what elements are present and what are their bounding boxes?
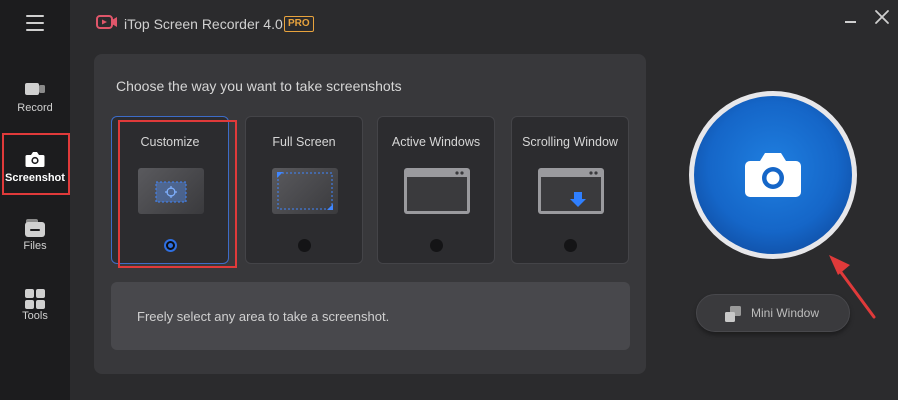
mini-window-button[interactable]: Mini Window — [696, 294, 850, 332]
sidebar-item-label: Files — [23, 240, 47, 252]
annotation-highlight-box — [2, 133, 70, 195]
sidebar-item-label: Record — [17, 102, 53, 114]
option-description: Freely select any area to take a screens… — [137, 309, 390, 324]
fullscreen-frame-icon — [277, 172, 333, 210]
description-box: Freely select any area to take a screens… — [111, 282, 630, 350]
option-active-windows[interactable]: Active Windows — [377, 116, 495, 264]
take-screenshot-button[interactable] — [694, 96, 852, 254]
sidebar: Record Screenshot Files Tools — [0, 0, 70, 400]
app-window: Record Screenshot Files Tools iTop Scree… — [0, 0, 898, 400]
panel-heading: Choose the way you want to take screensh… — [116, 78, 402, 94]
app-logo-icon — [96, 15, 117, 29]
close-button[interactable] — [870, 8, 894, 28]
minimize-button[interactable] — [838, 8, 862, 28]
option-label: Scrolling Window — [522, 135, 618, 149]
option-radio[interactable] — [298, 239, 311, 252]
window-icon — [407, 171, 467, 211]
camera-icon — [745, 153, 801, 197]
mini-window-label: Mini Window — [751, 306, 820, 320]
hamburger-menu-icon[interactable] — [26, 15, 44, 31]
annotation-highlight-box — [118, 120, 237, 268]
scrolling-window-thumbnail — [538, 168, 604, 214]
sidebar-item-files[interactable]: Files — [0, 206, 70, 268]
sidebar-item-tools[interactable]: Tools — [0, 276, 70, 338]
option-radio[interactable] — [430, 239, 443, 252]
sidebar-item-record[interactable]: Record — [0, 68, 70, 130]
video-camera-icon — [25, 83, 45, 95]
option-radio[interactable] — [564, 239, 577, 252]
active-windows-thumbnail — [404, 168, 470, 214]
option-label: Full Screen — [272, 135, 336, 149]
close-icon — [875, 10, 889, 24]
pro-badge: PRO — [284, 16, 314, 32]
mini-window-icon — [725, 306, 741, 322]
option-full-screen[interactable]: Full Screen — [245, 116, 363, 264]
grid-icon — [25, 289, 45, 309]
scroll-down-icon — [541, 171, 601, 211]
option-label: Active Windows — [391, 135, 481, 149]
full-screen-thumbnail — [272, 168, 338, 214]
folder-icon — [25, 219, 45, 237]
sidebar-item-label: Tools — [22, 310, 48, 322]
option-scrolling-window[interactable]: Scrolling Window — [511, 116, 629, 264]
screenshot-options-panel: Choose the way you want to take screensh… — [94, 54, 646, 374]
app-title: iTop Screen Recorder 4.0 — [124, 16, 283, 32]
